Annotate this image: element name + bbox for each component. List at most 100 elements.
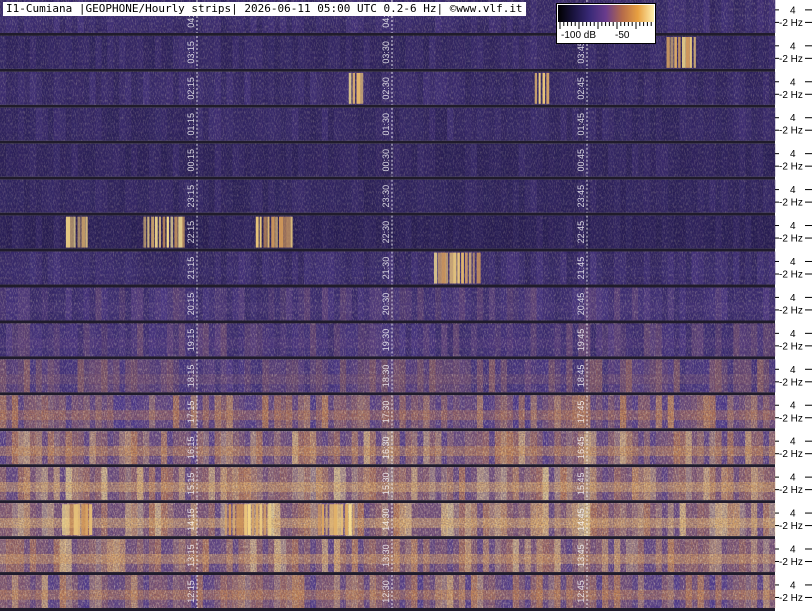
burst-mark	[267, 504, 272, 536]
freq-tick-label: -2 Hz	[779, 54, 803, 65]
burst-mark	[476, 252, 481, 284]
spectrogram-strip: 20:15 20:30 20:45 4-2 Hz	[0, 287, 812, 324]
strip-separator	[0, 140, 775, 144]
burst-mark	[255, 504, 259, 536]
burst-mark	[73, 216, 76, 248]
burst-mark	[356, 72, 361, 104]
burst-mark	[85, 504, 88, 536]
freq-tick-label: 4	[790, 149, 796, 160]
freq-tick-label: -2 Hz	[779, 90, 803, 101]
burst-mark	[542, 72, 546, 104]
freq-tick-label: -2 Hz	[779, 269, 803, 280]
burst-mark	[77, 216, 81, 248]
burst-mark	[236, 504, 241, 536]
burst-mark	[271, 216, 275, 248]
colorbar: -100 dB -50	[556, 3, 656, 44]
time-label: 21:30	[381, 257, 391, 280]
burst-mark	[182, 216, 185, 248]
freq-tick-label: 4	[790, 113, 796, 124]
burst-mark	[286, 216, 291, 248]
colorbar-high-label: -50	[615, 30, 630, 41]
time-label: 22:45	[576, 221, 586, 244]
freq-tick-label: -2 Hz	[779, 593, 803, 604]
spectrogram-strip: 15:15 15:30 15:45 4-2 Hz	[0, 467, 812, 504]
burst-mark	[263, 504, 267, 536]
strip-separator	[0, 392, 775, 396]
strip-separator	[0, 464, 775, 468]
strip-separator	[0, 104, 775, 108]
burst-mark	[224, 504, 228, 536]
spectrogram-strip: 13:15 13:30 13:45 4-2 Hz	[0, 539, 812, 576]
burst-mark	[685, 36, 690, 68]
time-label: 19:15	[186, 329, 196, 352]
freq-tick-label: 4	[790, 329, 796, 340]
freq-tick-label: -2 Hz	[779, 557, 803, 568]
strip-separator	[0, 428, 775, 432]
time-label: 01:30	[381, 113, 391, 136]
burst-mark	[678, 36, 681, 68]
plot-header: I1-Cumiana |GEOPHONE/Hourly strips| 2026…	[3, 2, 526, 16]
burst-mark	[275, 216, 278, 248]
strip-separator	[0, 248, 775, 252]
spectrogram-strip: 02:15 02:30 02:45 4 -2 Hz	[0, 71, 812, 108]
time-label: 12:45	[576, 580, 586, 603]
time-label: 23:45	[576, 185, 586, 208]
time-label: 02:45	[576, 77, 586, 100]
time-label: 18:45	[576, 365, 586, 388]
burst-mark	[279, 216, 283, 248]
burst-mark	[158, 216, 162, 248]
burst-mark	[348, 72, 352, 104]
time-label: 15:45	[576, 472, 586, 495]
burst-mark	[546, 72, 550, 104]
spectrogram-strip: 22:15 22:30 22:45 4 -2 Hz	[0, 215, 812, 252]
time-label: 14:15	[186, 508, 196, 531]
time-label: 00:45	[576, 149, 586, 172]
burst-mark	[437, 252, 443, 284]
freq-tick-label: 4	[790, 77, 796, 88]
burst-mark	[65, 504, 70, 536]
strip-separator	[0, 536, 775, 540]
burst-mark	[174, 216, 178, 248]
burst-mark	[534, 72, 538, 104]
time-label: 20:30	[381, 293, 391, 316]
time-label: 20:45	[576, 293, 586, 316]
spectrogram-window: 04:1504:3004:454-2 Hz03:1503:3003:454-2 …	[0, 0, 812, 611]
burst-mark	[248, 504, 251, 536]
time-label: 21:45	[576, 257, 586, 280]
burst-mark	[240, 504, 244, 536]
freq-tick-label: 4	[790, 580, 796, 591]
freq-tick-label: 4	[790, 221, 796, 232]
burst-mark	[178, 216, 183, 248]
time-label: 01:15	[186, 113, 196, 136]
burst-mark	[282, 216, 288, 248]
burst-mark	[143, 216, 147, 248]
burst-mark	[170, 216, 174, 248]
time-label: 23:15	[186, 185, 196, 208]
time-label: 19:45	[576, 329, 586, 352]
freq-tick-label: -2 Hz	[779, 198, 803, 209]
strip-separator	[0, 500, 775, 504]
burst-mark	[348, 504, 352, 536]
burst-mark	[333, 504, 338, 536]
freq-tick-label: 4	[790, 257, 796, 268]
strip-separator	[0, 572, 775, 576]
burst-mark	[147, 216, 150, 248]
burst-mark	[251, 504, 254, 536]
time-label: 02:15	[186, 77, 196, 100]
time-label: 18:15	[186, 365, 196, 388]
spectrogram-plot: 04:1504:3004:454-2 Hz03:1503:3003:454-2 …	[0, 0, 812, 611]
time-label: 16:15	[186, 436, 196, 459]
colorbar-gradient	[558, 5, 654, 22]
burst-mark	[457, 252, 460, 284]
time-label: 02:30	[381, 77, 391, 100]
spectrogram-strip: 16:15 16:30 16:45 4-2 Hz	[0, 431, 812, 468]
freq-tick-label: -2 Hz	[779, 485, 803, 496]
strip-separator	[0, 176, 775, 180]
strip-separator	[0, 284, 775, 288]
burst-mark	[693, 36, 696, 68]
burst-mark	[85, 216, 88, 248]
burst-mark	[228, 504, 232, 536]
freq-tick-label: -2 Hz	[779, 341, 803, 352]
freq-tick-label: -2 Hz	[779, 305, 803, 316]
strips-layer: 04:1504:3004:454-2 Hz03:1503:3003:454-2 …	[0, 0, 812, 611]
